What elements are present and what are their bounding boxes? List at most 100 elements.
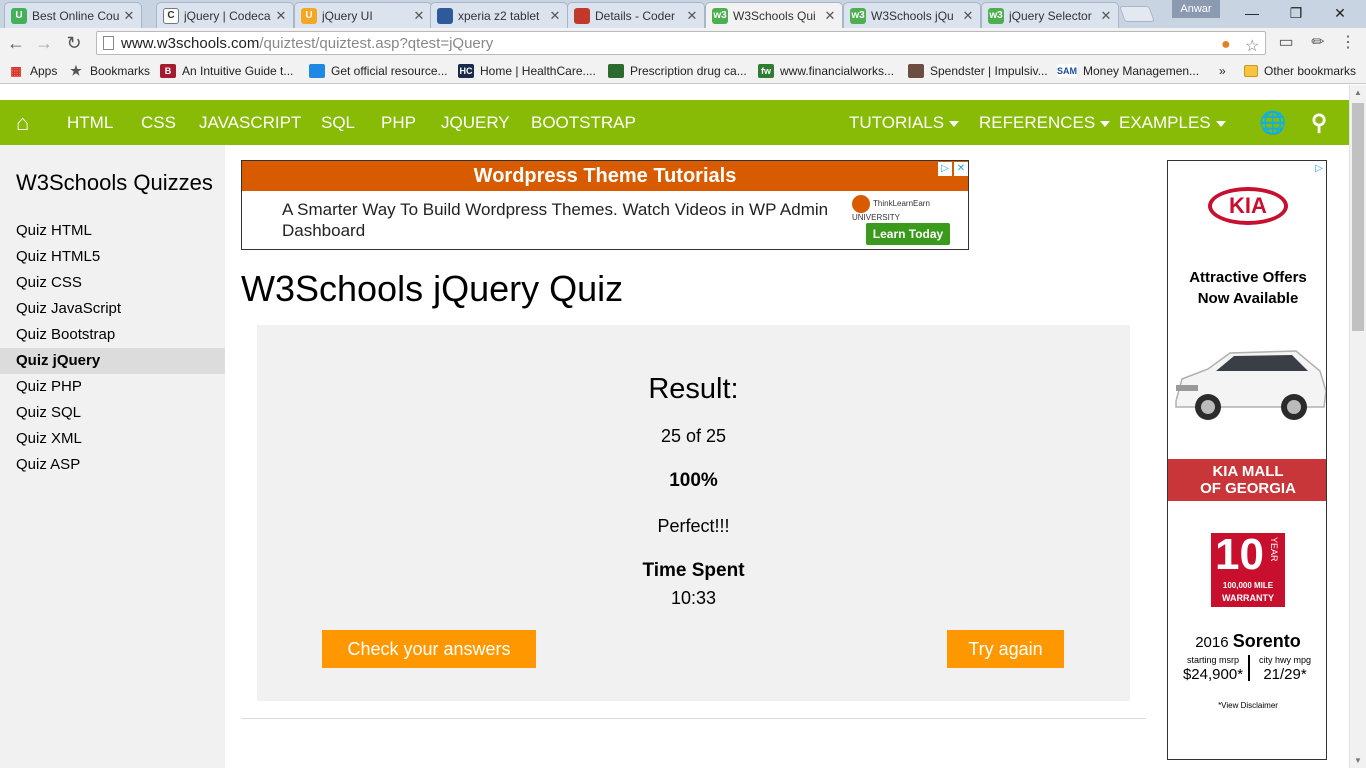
- check-answers-button[interactable]: Check your answers: [322, 630, 536, 668]
- forward-icon[interactable]: →: [32, 31, 56, 55]
- sidebar-item-quiz-html5[interactable]: Quiz HTML5: [0, 244, 225, 270]
- close-tab-icon[interactable]: ✕: [686, 8, 698, 24]
- eyedropper-icon[interactable]: ✏: [1306, 31, 1330, 55]
- nav-link-php[interactable]: PHP: [381, 100, 416, 145]
- kia-ad[interactable]: ▷ KIA Attractive Offers Now Available KI…: [1167, 160, 1327, 760]
- bookmark-favicon-icon: fw: [758, 64, 774, 78]
- caret-down-icon: [1100, 120, 1111, 127]
- close-tab-icon[interactable]: ✕: [962, 8, 974, 24]
- bookmark-favicon-icon: [908, 64, 924, 78]
- bookmark-star-icon[interactable]: ☆: [1245, 36, 1259, 56]
- sidebar-item-quiz-css[interactable]: Quiz CSS: [0, 270, 225, 296]
- close-tab-icon[interactable]: ✕: [123, 8, 135, 24]
- learn-today-button[interactable]: Learn Today: [866, 223, 950, 245]
- caret-down-icon: [1215, 120, 1226, 127]
- search-icon[interactable]: ⚲: [1311, 100, 1327, 145]
- page-scrollbar[interactable]: ▲ ▼: [1349, 85, 1366, 768]
- bookmark-favicon-icon: [608, 64, 624, 78]
- sidebar-item-quiz-javascript[interactable]: Quiz JavaScript: [0, 296, 225, 322]
- bookmark-item[interactable]: Spendster | Impulsiv...: [908, 62, 1048, 80]
- adchoices-icon[interactable]: ▷: [1312, 162, 1326, 176]
- tab-strip: U Best Online Cou ✕ CjQuery | Codeca ✕ UjQuer…: [0, 0, 1366, 28]
- sidebar-item-quiz-sql[interactable]: Quiz SQL: [0, 400, 225, 426]
- other-bookmarks[interactable]: Other bookmarks: [1244, 62, 1356, 80]
- cast-icon[interactable]: ▭: [1274, 31, 1298, 55]
- bookmark-label: An Intuitive Guide t...: [182, 64, 294, 78]
- more-bookmarks-button[interactable]: »: [1219, 62, 1226, 80]
- close-tab-icon[interactable]: ✕: [549, 8, 561, 24]
- bookmark-item[interactable]: Get official resource...: [309, 62, 448, 80]
- warranty-word: YEAR: [1269, 537, 1279, 562]
- browser-tab[interactable]: xperia z2 tablet ✕: [430, 2, 568, 28]
- nav-dropdown-label: TUTORIALS: [849, 113, 945, 132]
- bookmark-item[interactable]: fw www.financialworks...: [758, 62, 894, 80]
- browser-tab[interactable]: U Best Online Cou ✕: [4, 2, 142, 28]
- nav-dropdown-examples[interactable]: EXAMPLES: [1119, 100, 1226, 145]
- bookmark-item[interactable]: SAM Money Managemen...: [1057, 62, 1199, 80]
- close-tab-icon[interactable]: ✕: [275, 8, 287, 24]
- ad-headline[interactable]: Wordpress Theme Tutorials: [242, 161, 968, 191]
- scroll-up-icon[interactable]: ▲: [1354, 88, 1362, 97]
- browser-tab[interactable]: UjQuery UI ✕: [294, 2, 432, 28]
- apps-shortcut[interactable]: ▦ Apps: [8, 62, 57, 80]
- sidebar-item-quiz-html[interactable]: Quiz HTML: [0, 218, 225, 244]
- top-navigation: ⌂ HTML CSS JAVASCRIPT SQL PHP JQUERY BOOTSTRAP…: [0, 100, 1349, 145]
- browser-tab[interactable]: w3 W3Schools jQu ✕: [843, 2, 981, 28]
- menu-icon[interactable]: ⋮: [1336, 31, 1360, 55]
- nav-dropdown-tutorials[interactable]: TUTORIALS: [849, 100, 960, 145]
- thinklearnearn-logo: ThinkLearnEarn UNIVERSITY: [852, 195, 944, 222]
- nav-link-javascript[interactable]: JAVASCRIPT: [199, 100, 301, 145]
- minimize-icon[interactable]: —: [1232, 2, 1272, 24]
- udemy-icon: U: [11, 7, 27, 24]
- close-tab-icon[interactable]: ✕: [1100, 8, 1112, 24]
- disclaimer-link[interactable]: *View Disclaimer: [1168, 701, 1326, 710]
- sidebar-item-quiz-jquery[interactable]: Quiz jQuery: [0, 348, 225, 374]
- bookmark-favicon-icon: B: [160, 64, 176, 78]
- amazon-icon: [437, 7, 453, 24]
- profile-button[interactable]: Anwar: [1172, 0, 1220, 18]
- address-bar[interactable]: www.w3schools.com/quiztest/quiztest.asp?…: [96, 31, 1266, 55]
- bookmark-item[interactable]: B An Intuitive Guide t...: [160, 62, 293, 80]
- dealer-banner: KIA MALL OF GEORGIA: [1168, 459, 1326, 501]
- nav-link-bootstrap[interactable]: BOOTSTRAP: [531, 100, 636, 145]
- bookmarks-folder[interactable]: ★ Bookmarks: [68, 62, 150, 80]
- nav-link-jquery[interactable]: JQUERY: [441, 100, 510, 145]
- sidebar-item-quiz-xml[interactable]: Quiz XML: [0, 426, 225, 452]
- wordpress-ad-banner[interactable]: Wordpress Theme Tutorials A Smarter Way …: [241, 160, 969, 250]
- nav-dropdown-label: REFERENCES: [979, 113, 1096, 132]
- bookmark-item[interactable]: HC Home | HealthCare....: [458, 62, 596, 80]
- browser-tab[interactable]: w3 W3Schools Qui ✕: [705, 2, 843, 28]
- try-again-button[interactable]: Try again: [947, 630, 1064, 668]
- home-icon[interactable]: ⌂: [16, 100, 29, 145]
- blocked-content-icon[interactable]: ●: [1221, 36, 1231, 54]
- close-tab-icon[interactable]: ✕: [413, 8, 425, 24]
- globe-icon[interactable]: 🌐: [1259, 100, 1286, 145]
- scroll-down-icon[interactable]: ▼: [1354, 756, 1362, 765]
- nav-dropdown-references[interactable]: REFERENCES: [979, 100, 1111, 145]
- apps-grid-icon: ▦: [10, 64, 22, 78]
- nav-link-html[interactable]: HTML: [67, 100, 113, 145]
- sidebar-item-quiz-bootstrap[interactable]: Quiz Bootstrap: [0, 322, 225, 348]
- close-window-icon[interactable]: ✕: [1320, 2, 1360, 24]
- ad-close-icon[interactable]: ✕: [954, 162, 968, 176]
- browser-tab[interactable]: CjQuery | Codeca ✕: [156, 2, 294, 28]
- bookmark-item[interactable]: Prescription drug ca...: [608, 62, 747, 80]
- maximize-icon[interactable]: ❐: [1276, 2, 1316, 24]
- nav-link-css[interactable]: CSS: [141, 100, 176, 145]
- sidebar-item-quiz-asp[interactable]: Quiz ASP: [0, 452, 225, 478]
- tab-title: jQuery Selector: [1009, 8, 1092, 23]
- adchoices-icon[interactable]: ▷: [938, 162, 952, 176]
- kia-logo-text: KIA: [1208, 187, 1288, 225]
- warranty-label: WARRANTY: [1222, 593, 1274, 603]
- browser-tab[interactable]: w3 jQuery Selector ✕: [981, 2, 1119, 28]
- new-tab-button[interactable]: [1119, 6, 1155, 22]
- sidebar-item-quiz-php[interactable]: Quiz PHP: [0, 374, 225, 400]
- nav-link-sql[interactable]: SQL: [321, 100, 355, 145]
- reload-icon[interactable]: ↻: [62, 31, 86, 55]
- browser-tab[interactable]: Details - Coder ✕: [567, 2, 705, 28]
- w3schools-icon: w3: [988, 7, 1004, 24]
- close-tab-icon[interactable]: ✕: [824, 8, 836, 24]
- scrollbar-thumb[interactable]: [1352, 103, 1364, 331]
- verdict-text: Perfect!!!: [657, 516, 730, 536]
- back-icon[interactable]: ←: [4, 31, 28, 55]
